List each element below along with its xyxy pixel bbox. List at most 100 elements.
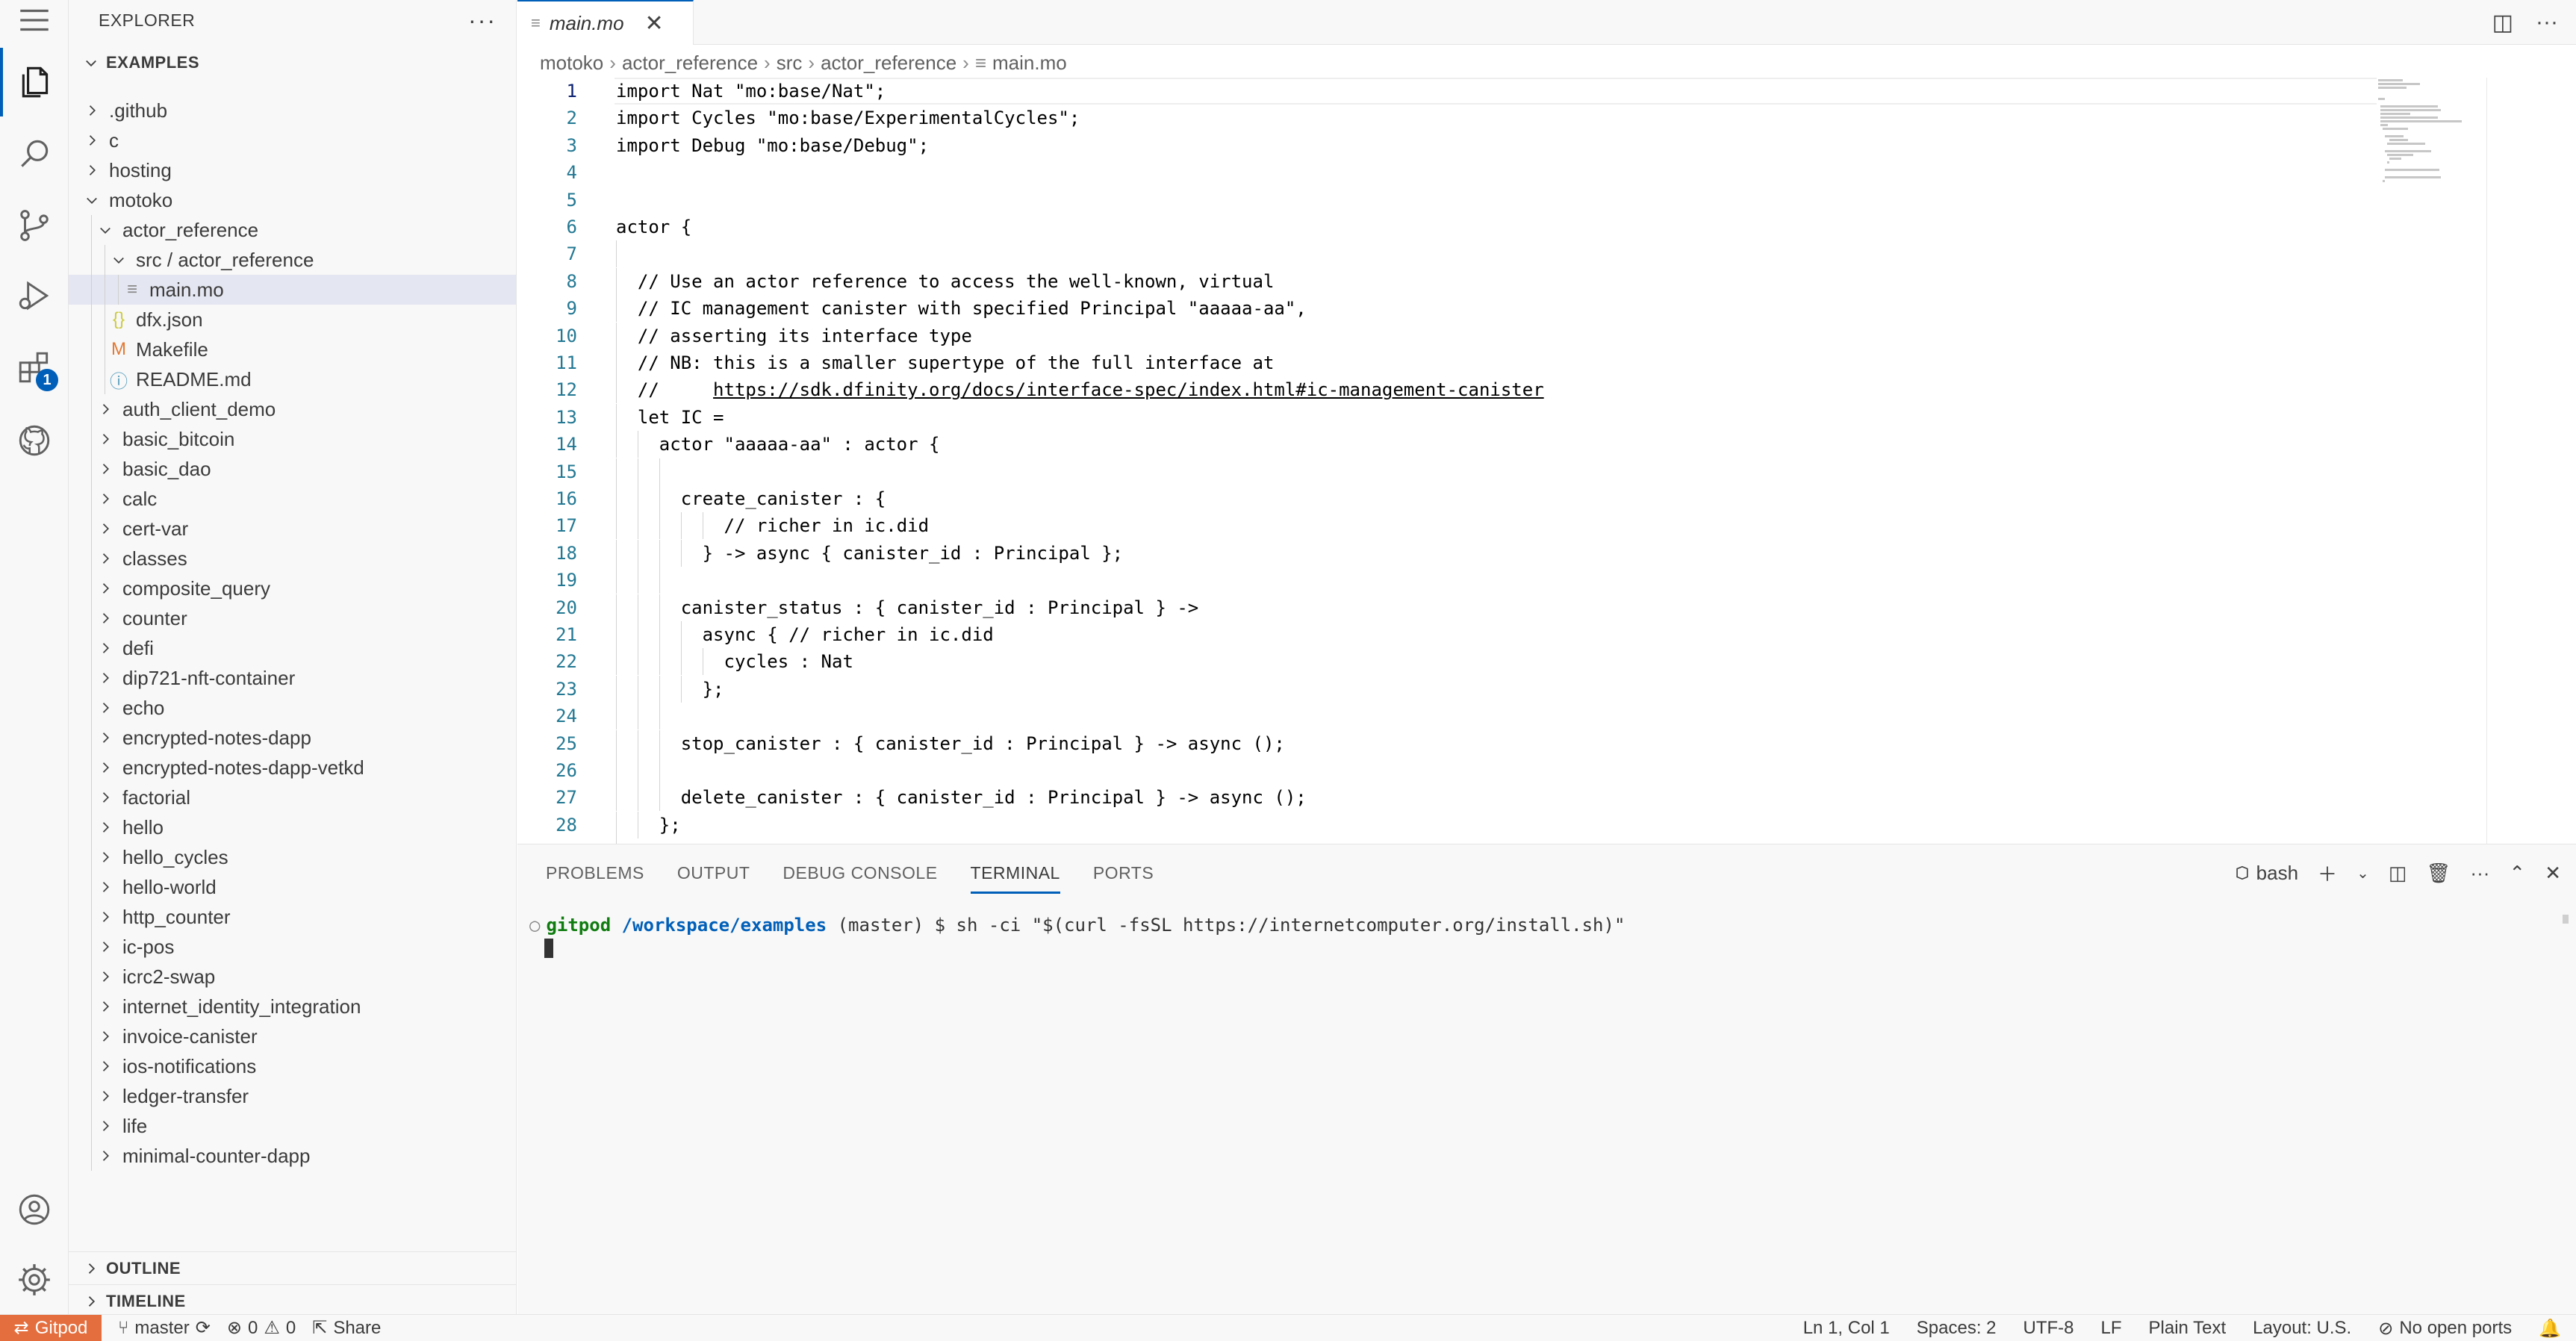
tab-problems[interactable]: PROBLEMS [546,844,644,901]
source-control-icon[interactable] [0,191,69,260]
tab-output[interactable]: OUTPUT [677,844,750,901]
tree-folder[interactable]: encrypted-notes-dapp [69,723,516,753]
indentation[interactable]: Spaces: 2 [1917,1318,1997,1339]
terminal-scrollbar[interactable] [2563,915,2569,924]
tree-folder[interactable]: calc [69,484,516,514]
tree-folder[interactable]: basic_bitcoin [69,424,516,454]
tree-folder[interactable]: src / actor_reference [69,245,516,275]
explorer-more-icon[interactable]: ··· [468,7,497,34]
tree-folder[interactable]: echo [69,693,516,723]
minimap[interactable] [2378,78,2483,212]
tree-folder[interactable]: internet_identity_integration [69,992,516,1021]
tab-main-mo[interactable]: ≡ main.mo ✕ [517,0,694,45]
tree-file[interactable]: ⓘ README.md [69,364,516,394]
error-count: 0 [247,1317,258,1338]
search-icon[interactable] [0,119,69,188]
line-number: 27 [556,787,577,809]
tab-debug-console[interactable]: DEBUG CONSOLE [783,844,937,901]
tree-folder[interactable]: hosting [69,155,516,185]
editor-scrollbar[interactable] [2486,78,2487,844]
tree-folder[interactable]: icrc2-swap [69,962,516,992]
tree-folder[interactable]: .github [69,96,516,125]
breadcrumb-item[interactable]: actor_reference [821,52,956,75]
indent-guide [91,514,92,544]
close-icon[interactable]: ✕ [645,10,664,37]
timeline-section-header[interactable]: TIMELINE [69,1285,516,1314]
run-debug-icon[interactable] [0,261,69,330]
tree-folder[interactable]: minimal-counter-dapp [69,1141,516,1171]
breadcrumb-item[interactable]: motoko [540,52,603,75]
tree-folder[interactable]: life [69,1111,516,1141]
split-terminal-icon[interactable]: ◫ [2389,862,2407,885]
tree-folder[interactable]: hello [69,812,516,842]
ports-status[interactable]: ⊘ No open ports [2378,1318,2512,1340]
settings-gear-icon[interactable] [0,1245,69,1314]
tree-folder[interactable]: hello_cycles [69,842,516,872]
new-terminal-icon[interactable]: ＋ [2318,859,2337,887]
extensions-icon[interactable]: 1 [0,333,69,402]
account-icon[interactable] [0,1175,69,1244]
workspace-root-header[interactable]: EXAMPLES [69,46,516,79]
tree-folder[interactable]: invoice-canister [69,1021,516,1051]
chevron-down-icon[interactable]: ⌄ [2356,864,2369,883]
tree-folder[interactable]: actor_reference [69,215,516,245]
tab-ports[interactable]: PORTS [1093,844,1154,901]
keyboard-layout[interactable]: Layout: U.S. [2253,1318,2351,1339]
split-editor-icon[interactable]: ◫ [2492,10,2513,36]
tree-folder[interactable]: hello-world [69,872,516,902]
tree-folder[interactable]: dip721-nft-container [69,663,516,693]
tree-file[interactable]: M Makefile [69,335,516,364]
explorer-icon[interactable] [0,48,69,116]
terminal-selector[interactable]: bash [2234,862,2298,885]
more-actions-icon[interactable]: ··· [2536,10,2558,35]
share-status[interactable]: ⇱ Share [312,1317,381,1339]
terminal-branch: (master) [837,915,924,936]
breadcrumb-item[interactable]: main.mo [992,52,1067,75]
end-of-line[interactable]: LF [2101,1318,2122,1339]
problems-status[interactable]: ⊗ 0 ⚠ 0 [227,1317,296,1339]
tree-file[interactable]: {} dfx.json [69,305,516,335]
breadcrumb-item[interactable]: actor_reference [622,52,758,75]
tree-folder[interactable]: basic_dao [69,454,516,484]
code-link[interactable]: https://sdk.dfinity.org/docs/interface-s… [713,379,1544,400]
tree-folder[interactable]: ic-pos [69,932,516,962]
tree-folder[interactable]: defi [69,633,516,663]
cursor-position[interactable]: Ln 1, Col 1 [1803,1318,1890,1339]
indent-guide [91,1141,92,1171]
breadcrumb-item[interactable]: src [777,52,803,75]
code-editor[interactable]: 1 import Nat "mo:base/Nat"; 2 import Cycles… [517,78,2377,844]
tree-folder[interactable]: auth_client_demo [69,394,516,424]
tree-folder[interactable]: classes [69,544,516,573]
github-icon[interactable] [0,406,69,475]
tree-folder[interactable]: http_counter [69,902,516,932]
branch-status[interactable]: ⑂ master ⟳ [118,1317,211,1339]
chevron-down-icon [93,223,118,237]
tree-folder[interactable]: cert-var [69,514,516,544]
language-mode[interactable]: Plain Text [2149,1318,2227,1339]
tree-folder[interactable]: c [69,125,516,155]
tree-folder[interactable]: motoko [69,185,516,215]
code-text: cycles : Nat [724,651,853,672]
code-line: 7 [517,240,2377,268]
tree-folder[interactable]: factorial [69,782,516,812]
tab-terminal[interactable]: TERMINAL [970,844,1061,901]
close-panel-icon[interactable]: ✕ [2545,862,2561,885]
more-actions-icon[interactable]: ··· [2470,862,2489,885]
tree-file[interactable]: ≡ main.mo [69,275,516,305]
terminal-output[interactable]: ○ gitpod /workspace/examples (master) $ s… [529,915,1625,936]
tree-folder[interactable]: counter [69,603,516,633]
trash-icon[interactable]: 🗑 [2426,862,2451,885]
menu-icon[interactable] [0,0,69,40]
maximize-panel-icon[interactable]: ⌃ [2509,862,2525,885]
chevron-right-icon [93,790,118,805]
notifications-bell-icon[interactable]: 🔔 [2539,1318,2561,1340]
code-line: 25 stop_canister : { canister_id : Princi… [517,729,2377,757]
tree-folder[interactable]: ios-notifications [69,1051,516,1081]
indent-guide [659,729,660,757]
encoding[interactable]: UTF-8 [2023,1318,2074,1339]
outline-section-header[interactable]: OUTLINE [69,1252,516,1285]
tree-folder[interactable]: ledger-transfer [69,1081,516,1111]
tree-folder[interactable]: encrypted-notes-dapp-vetkd [69,753,516,782]
remote-indicator[interactable]: ⇄ Gitpod [0,1314,102,1341]
tree-folder[interactable]: composite_query [69,573,516,603]
